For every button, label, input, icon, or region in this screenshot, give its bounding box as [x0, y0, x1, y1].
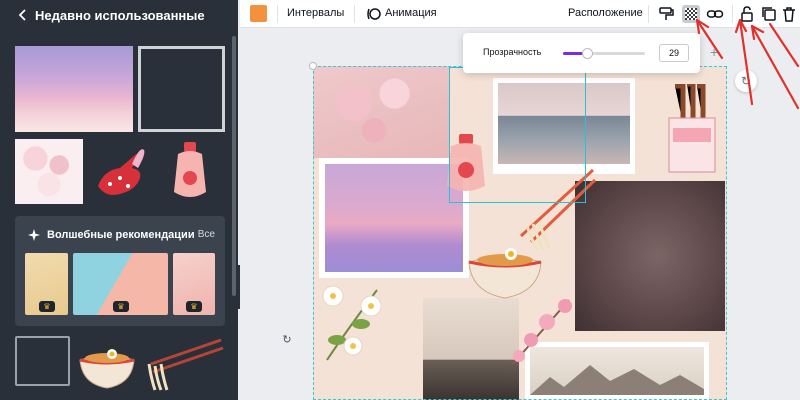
editor-toolbar: Интервалы Анимация Расположение	[240, 0, 800, 28]
sidebar: Недавно использованные Волшебные рекомен…	[0, 0, 238, 400]
refresh-icon[interactable]: ↻	[735, 70, 757, 92]
earphones-photo[interactable]	[575, 181, 725, 331]
unlock-icon[interactable]	[738, 5, 756, 23]
link-icon[interactable]	[706, 5, 724, 23]
hand-sticker-thumbnail[interactable]	[90, 140, 152, 202]
recommendation-thumbnail[interactable]: ♛	[73, 253, 168, 315]
canvas-area: + ↻ ↻	[240, 28, 800, 400]
sidebar-scrollbar[interactable]	[232, 36, 236, 296]
checkerboard-pattern	[685, 8, 697, 20]
toolbar-divider	[732, 5, 733, 23]
frame-thumbnail[interactable]	[15, 336, 70, 386]
selected-element-box[interactable]	[449, 67, 586, 203]
add-page-button[interactable]: +	[710, 44, 718, 60]
frame-thumbnail[interactable]	[138, 46, 225, 132]
recommendation-thumbnail[interactable]: ♛	[25, 253, 68, 315]
books-photo[interactable]	[423, 298, 519, 400]
toolbar-divider	[648, 5, 649, 23]
crown-icon: ♛	[113, 301, 129, 312]
duplicate-icon[interactable]	[760, 5, 778, 23]
crown-icon: ♛	[186, 301, 202, 312]
arrange-button[interactable]: Расположение	[568, 7, 643, 19]
toolbar-divider	[277, 5, 278, 23]
trash-icon[interactable]	[780, 5, 798, 23]
sparkle-icon	[27, 228, 41, 242]
ramen-bowl-sticker[interactable]	[465, 234, 545, 300]
crown-icon: ♛	[39, 301, 55, 312]
see-all-link[interactable]: Все	[198, 229, 215, 240]
magic-recommendations-title: Волшебные рекомендации	[47, 229, 195, 241]
pocky-box-sticker[interactable]	[663, 81, 721, 176]
strawberry-milk-sticker-thumbnail[interactable]	[168, 140, 212, 204]
resize-handle[interactable]	[309, 62, 317, 70]
animation-button[interactable]: Анимация	[385, 7, 437, 19]
white-flowers-sticker[interactable]	[317, 280, 393, 364]
sky-photo-thumbnail[interactable]	[15, 46, 133, 132]
sidebar-header: Недавно использованные	[0, 0, 238, 30]
rotate-handle-icon[interactable]: ↻	[280, 333, 294, 347]
cherry-blossom-photo[interactable]	[313, 66, 449, 158]
recommendation-thumbnail[interactable]: ♛	[173, 253, 215, 315]
pink-blossom-branch-sticker[interactable]	[509, 294, 573, 368]
chevron-left-icon[interactable]	[16, 8, 30, 22]
animation-icon[interactable]	[365, 5, 383, 23]
ramen-sticker-thumbnail[interactable]	[76, 338, 138, 390]
color-swatch-button[interactable]	[250, 5, 267, 22]
sidebar-title: Недавно использованные	[35, 8, 205, 23]
transparency-label: Прозрачность	[483, 47, 542, 57]
transparency-slider[interactable]	[563, 48, 645, 59]
transparency-icon[interactable]	[682, 5, 700, 23]
paint-roller-icon[interactable]	[657, 5, 675, 23]
intervals-button[interactable]: Интервалы	[287, 7, 344, 19]
transparency-slider-thumb[interactable]	[581, 48, 593, 59]
transparency-popup: Прозрачность	[463, 33, 700, 73]
design-page[interactable]	[313, 66, 727, 400]
chopsticks-sticker-thumbnail[interactable]	[141, 334, 225, 392]
toolbar-divider	[354, 5, 355, 23]
magic-recommendations-panel: Волшебные рекомендации Все ♛ ♛ ♛	[15, 216, 225, 326]
transparency-value-input[interactable]	[659, 44, 689, 62]
blossom-photo-thumbnail[interactable]	[15, 139, 83, 204]
